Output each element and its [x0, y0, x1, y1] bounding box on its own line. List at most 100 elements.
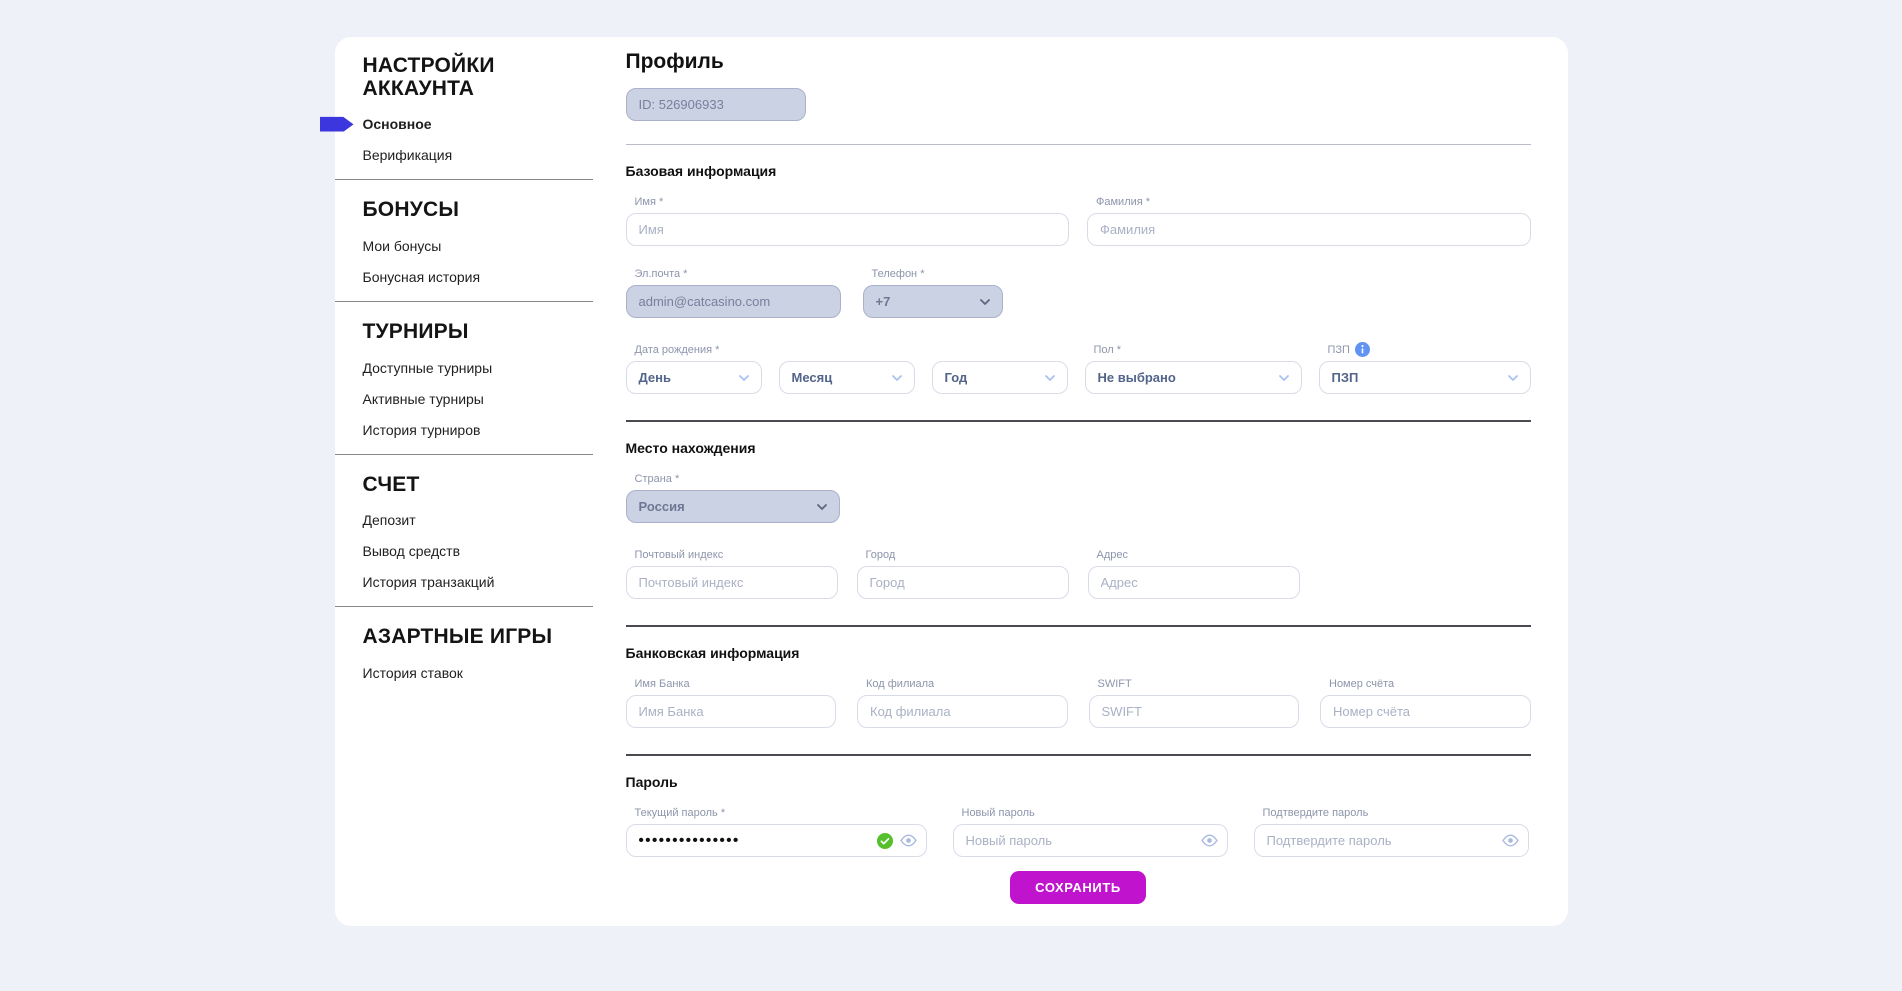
chevron-down-icon — [980, 299, 990, 305]
bank-name-field-group: Имя Банка — [626, 677, 837, 728]
swift-input[interactable] — [1089, 695, 1300, 728]
profile-form: Профиль Базовая информация Имя * Фамилия… — [626, 37, 1531, 926]
birth-day-select[interactable]: День — [626, 361, 762, 394]
info-icon[interactable] — [1355, 342, 1370, 357]
account-number-input[interactable] — [1320, 695, 1531, 728]
eye-icon[interactable] — [900, 834, 917, 847]
address-field-group: Адрес — [1088, 548, 1300, 599]
country-value: Россия — [639, 499, 685, 514]
sidebar-group-account-settings: НАСТРОЙКИ АККАУНТА Основное Верификация — [335, 55, 593, 162]
country-select: Россия — [626, 490, 840, 523]
section-divider — [626, 754, 1531, 756]
sidebar-item-label: Мои бонусы — [363, 238, 442, 254]
sidebar-item-active-tournaments[interactable]: Активные турниры — [363, 392, 593, 406]
new-password-input[interactable] — [953, 824, 1228, 857]
sidebar-item-my-bonuses[interactable]: Мои бонусы — [363, 239, 593, 253]
confirm-password-field-group: Подтвердите пароль — [1254, 806, 1529, 857]
account-settings-card: НАСТРОЙКИ АККАУНТА Основное Верификация … — [335, 37, 1568, 926]
sidebar-item-bet-history[interactable]: История ставок — [363, 666, 593, 680]
sidebar-group-bonuses: БОНУСЫ Мои бонусы Бонусная история — [335, 199, 593, 284]
swift-label: SWIFT — [1098, 677, 1300, 690]
page-title: Профиль — [626, 50, 1531, 74]
bank-name-input[interactable] — [626, 695, 837, 728]
birth-date-label: Дата рождения * — [635, 343, 762, 356]
postal-code-input[interactable] — [626, 566, 838, 599]
sidebar-group-title: НАСТРОЙКИ АККАУНТА — [363, 55, 593, 100]
section-divider — [626, 144, 1531, 145]
phone-code-select: +7 — [863, 285, 1003, 318]
sidebar-item-label: Основное — [363, 116, 432, 132]
section-title-bank-info: Банковская информация — [626, 645, 1531, 661]
chevron-down-icon — [1508, 375, 1518, 381]
sidebar-group-account: СЧЕТ Депозит Вывод средств История транз… — [335, 474, 593, 590]
active-item-arrow-icon — [320, 117, 354, 132]
account-number-label: Номер счёта — [1329, 677, 1531, 690]
confirm-password-input[interactable] — [1254, 824, 1529, 857]
sidebar-group-tournaments: ТУРНИРЫ Доступные турниры Активные турни… — [335, 321, 593, 437]
section-title-password: Пароль — [626, 774, 1531, 790]
address-label: Адрес — [1097, 548, 1300, 561]
pep-field-group: ПЗП ПЗП — [1319, 343, 1531, 394]
swift-field-group: SWIFT — [1089, 677, 1300, 728]
sidebar-item-verification[interactable]: Верификация — [363, 148, 593, 162]
bank-name-label: Имя Банка — [635, 677, 837, 690]
sidebar-item-deposit[interactable]: Депозит — [363, 513, 593, 527]
sidebar-divider — [335, 179, 593, 180]
branch-code-input[interactable] — [857, 695, 1068, 728]
last-name-input[interactable] — [1087, 213, 1531, 246]
sidebar: НАСТРОЙКИ АККАУНТА Основное Верификация … — [335, 37, 593, 926]
section-title-basic-info: Базовая информация — [626, 163, 1531, 179]
sidebar-item-bonus-history[interactable]: Бонусная история — [363, 270, 593, 284]
sidebar-group-title: СЧЕТ — [363, 474, 593, 497]
chevron-down-icon — [1279, 375, 1289, 381]
first-name-input[interactable] — [626, 213, 1070, 246]
sidebar-item-label: Вывод средств — [363, 543, 461, 559]
save-button[interactable]: СОХРАНИТЬ — [1010, 871, 1146, 904]
account-number-field-group: Номер счёта — [1320, 677, 1531, 728]
sidebar-item-label: Депозит — [363, 512, 416, 528]
chevron-down-icon — [892, 375, 902, 381]
sidebar-item-tournament-history[interactable]: История турниров — [363, 423, 593, 437]
sidebar-item-withdrawal[interactable]: Вывод средств — [363, 544, 593, 558]
email-field-group: Эл.почта * — [626, 267, 841, 318]
city-input[interactable] — [857, 566, 1069, 599]
country-field-group: Страна * Россия — [626, 472, 840, 523]
sidebar-item-available-tournaments[interactable]: Доступные турниры — [363, 361, 593, 375]
sidebar-item-label: Активные турниры — [363, 391, 484, 407]
new-password-field-group: Новый пароль — [953, 806, 1228, 857]
gender-field-group: Пол * Не выбрано — [1085, 343, 1302, 394]
sidebar-item-transaction-history[interactable]: История транзакций — [363, 575, 593, 589]
city-label: Город — [866, 548, 1069, 561]
sidebar-item-label: История ставок — [363, 665, 463, 681]
sidebar-item-label: Верификация — [363, 147, 453, 163]
sidebar-item-label: История транзакций — [363, 574, 495, 590]
address-input[interactable] — [1088, 566, 1300, 599]
city-field-group: Город — [857, 548, 1069, 599]
last-name-field-group: Фамилия * — [1087, 195, 1531, 246]
birth-month-select[interactable]: Месяц — [779, 361, 915, 394]
gender-label: Пол * — [1094, 343, 1302, 356]
new-password-label: Новый пароль — [962, 806, 1228, 819]
pep-value: ПЗП — [1332, 370, 1359, 385]
birth-year-field-group: Год — [932, 343, 1068, 394]
phone-field-group: Телефон * +7 — [863, 267, 1003, 318]
eye-icon[interactable] — [1502, 834, 1519, 847]
eye-icon[interactable] — [1201, 834, 1218, 847]
email-field — [626, 285, 841, 318]
first-name-label: Имя * — [635, 195, 1070, 208]
sidebar-group-gambling: АЗАРТНЫЕ ИГРЫ История ставок — [335, 626, 593, 680]
section-title-location: Место нахождения — [626, 440, 1531, 456]
pep-select[interactable]: ПЗП — [1319, 361, 1531, 394]
birth-month-field-group: Месяц — [779, 343, 915, 394]
sidebar-divider — [335, 454, 593, 455]
email-label: Эл.почта * — [635, 267, 841, 280]
gender-select[interactable]: Не выбрано — [1085, 361, 1302, 394]
last-name-label: Фамилия * — [1096, 195, 1531, 208]
postal-code-label: Почтовый индекс — [635, 548, 838, 561]
sidebar-item-main[interactable]: Основное — [363, 117, 593, 131]
sidebar-divider — [335, 606, 593, 607]
chevron-down-icon — [739, 375, 749, 381]
birth-year-select[interactable]: Год — [932, 361, 1068, 394]
phone-code-value: +7 — [876, 294, 891, 309]
gender-value: Не выбрано — [1098, 370, 1176, 385]
